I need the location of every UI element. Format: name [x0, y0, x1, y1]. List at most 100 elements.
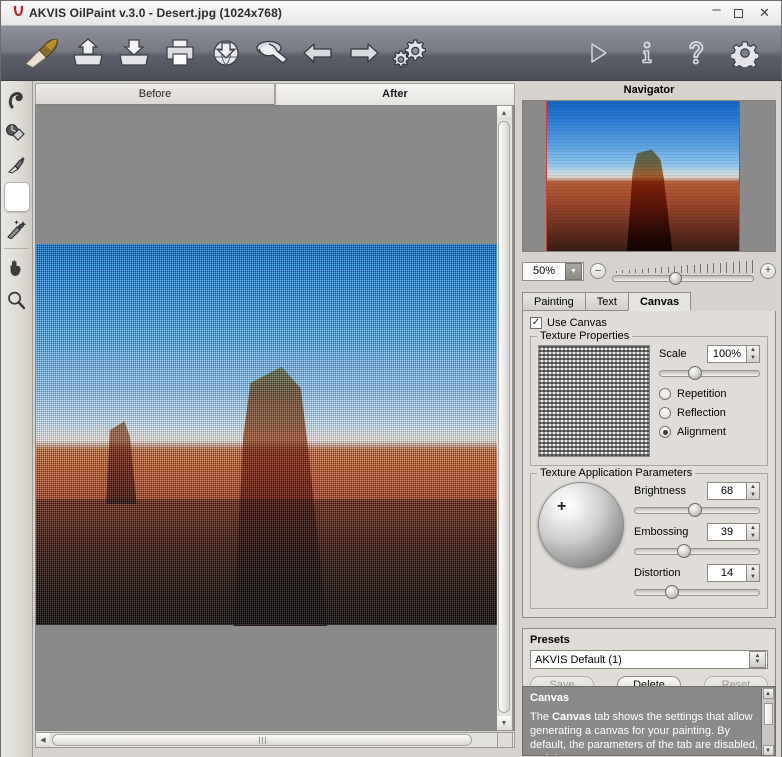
reflection-radio[interactable]	[659, 407, 671, 419]
scale-slider-thumb[interactable]	[688, 366, 702, 380]
embossing-stepper[interactable]: ▲ ▼	[746, 523, 760, 541]
mode-reflection[interactable]: Reflection	[659, 407, 760, 419]
embossing-spinner[interactable]: 39 ▲ ▼	[707, 523, 760, 541]
canvas-horizontal-scrollbar[interactable]: ◀ ▶	[35, 732, 515, 748]
gears-icon[interactable]	[387, 30, 432, 76]
brightness-label: Brightness	[634, 485, 686, 497]
zoom-tick	[635, 269, 637, 273]
zoom-level-combo[interactable]: 50% ▼	[522, 261, 584, 281]
brightness-stepper[interactable]: ▲ ▼	[746, 482, 760, 500]
horizontal-scroll-thumb[interactable]	[52, 734, 472, 746]
distortion-value[interactable]: 14	[707, 564, 746, 582]
eraser-icon[interactable]	[249, 30, 294, 76]
magic-wand-tool[interactable]	[1, 213, 31, 245]
zoom-out-button[interactable]: –	[590, 263, 606, 279]
history-brush-tool[interactable]	[1, 117, 31, 149]
mode-repetition[interactable]: Repetition	[659, 388, 760, 400]
tab-after[interactable]: After	[275, 83, 515, 105]
scrollbar-corner	[497, 732, 513, 748]
redo-arrow-icon[interactable]	[341, 30, 386, 76]
zoom-slider-track	[612, 275, 754, 282]
brightness-value[interactable]: 68	[707, 482, 746, 500]
save-image-icon[interactable]	[111, 30, 156, 76]
scale-slider[interactable]	[659, 366, 760, 381]
help-scrollbar[interactable]: ▲ ▼	[761, 688, 774, 755]
window-controls: – ✕	[710, 2, 771, 19]
brush-tool-icon[interactable]	[19, 30, 64, 76]
smudge-tool[interactable]	[1, 85, 31, 117]
zoom-in-button[interactable]: +	[760, 263, 776, 279]
selected-tool[interactable]	[3, 182, 30, 212]
navigator-view-frame[interactable]	[546, 101, 740, 251]
light-direction-sphere[interactable]: +	[538, 482, 624, 568]
zoom-tick	[616, 271, 617, 273]
stepper-down-icon: ▼	[750, 574, 756, 580]
scale-spinner[interactable]: 100% ▲ ▼	[707, 345, 760, 363]
scroll-down-arrow-icon[interactable]: ▼	[497, 716, 511, 730]
zoom-tick	[700, 264, 702, 273]
hand-tool[interactable]	[1, 252, 31, 284]
tab-before[interactable]: Before	[35, 83, 275, 105]
open-image-icon[interactable]	[65, 30, 110, 76]
image-canvas[interactable]	[35, 105, 515, 731]
alignment-label: Alignment	[677, 426, 726, 438]
use-canvas-row[interactable]: ✓ Use Canvas	[530, 317, 768, 329]
mode-alignment[interactable]: Alignment	[659, 426, 760, 438]
brightness-slider-thumb[interactable]	[688, 503, 702, 517]
publish-web-icon[interactable]	[203, 30, 248, 76]
vertical-scroll-thumb[interactable]	[498, 121, 510, 713]
zoom-slider-thumb[interactable]	[669, 272, 682, 285]
run-play-icon[interactable]	[575, 30, 620, 76]
help-scroll-thumb[interactable]	[763, 703, 773, 725]
chevron-down-icon[interactable]: ▼	[565, 262, 582, 280]
zoom-tick	[654, 267, 656, 273]
texture-swatch[interactable]	[538, 345, 650, 457]
navigator-preview[interactable]	[522, 100, 776, 252]
scroll-left-arrow-icon[interactable]: ◀	[36, 733, 50, 747]
print-image-icon[interactable]	[157, 30, 202, 76]
tab-canvas[interactable]: Canvas	[627, 292, 692, 311]
application-window: AKVIS OilPaint v.3.0 - Desert.jpg (1024x…	[0, 0, 782, 757]
close-button[interactable]: ✕	[758, 6, 771, 19]
light-position-marker[interactable]: +	[557, 499, 566, 515]
stepper-up-icon: ▲	[750, 525, 756, 531]
repetition-radio[interactable]	[659, 388, 671, 400]
preset-select[interactable]: AKVIS Default (1) ▲ ▼	[530, 650, 768, 669]
distortion-slider[interactable]	[634, 585, 760, 600]
chevron-updown-icon[interactable]: ▲ ▼	[749, 651, 766, 668]
tab-painting[interactable]: Painting	[522, 292, 585, 311]
background-butte	[106, 421, 137, 504]
scroll-up-arrow-icon[interactable]: ▲	[497, 106, 511, 120]
help-scroll-down-icon[interactable]: ▼	[762, 745, 774, 755]
settings-gear-icon[interactable]	[722, 30, 767, 76]
reflection-label: Reflection	[677, 407, 726, 419]
paint-brush-tool[interactable]	[1, 149, 31, 181]
info-icon[interactable]	[624, 30, 669, 76]
scale-stepper[interactable]: ▲ ▼	[746, 345, 760, 363]
embossing-slider-thumb[interactable]	[677, 544, 691, 558]
canvas-vertical-scrollbar[interactable]: ▲ ▼	[497, 105, 513, 731]
maximize-button[interactable]	[734, 8, 747, 18]
help-title: Canvas	[530, 692, 570, 704]
zoom-level-value: 50%	[532, 265, 556, 277]
use-canvas-checkbox[interactable]: ✓	[530, 317, 542, 329]
brightness-spinner[interactable]: 68 ▲ ▼	[707, 482, 760, 500]
minimize-button[interactable]: –	[710, 2, 723, 17]
embossing-slider[interactable]	[634, 544, 760, 559]
help-question-icon[interactable]	[673, 30, 718, 76]
zoom-controls: 50% ▼ – +	[522, 258, 776, 285]
zoom-tool[interactable]	[1, 284, 31, 316]
zoom-slider[interactable]	[612, 258, 754, 285]
alignment-radio[interactable]	[659, 426, 671, 438]
tab-text[interactable]: Text	[584, 292, 628, 311]
embossing-value[interactable]: 39	[707, 523, 746, 541]
scale-label: Scale	[659, 348, 687, 360]
undo-arrow-icon[interactable]	[295, 30, 340, 76]
help-scroll-up-icon[interactable]: ▲	[762, 688, 774, 699]
zoom-tick	[641, 268, 643, 273]
scale-value[interactable]: 100%	[707, 345, 746, 363]
brightness-slider[interactable]	[634, 503, 760, 518]
distortion-spinner[interactable]: 14 ▲ ▼	[707, 564, 760, 582]
distortion-stepper[interactable]: ▲ ▼	[746, 564, 760, 582]
distortion-slider-thumb[interactable]	[665, 585, 679, 599]
